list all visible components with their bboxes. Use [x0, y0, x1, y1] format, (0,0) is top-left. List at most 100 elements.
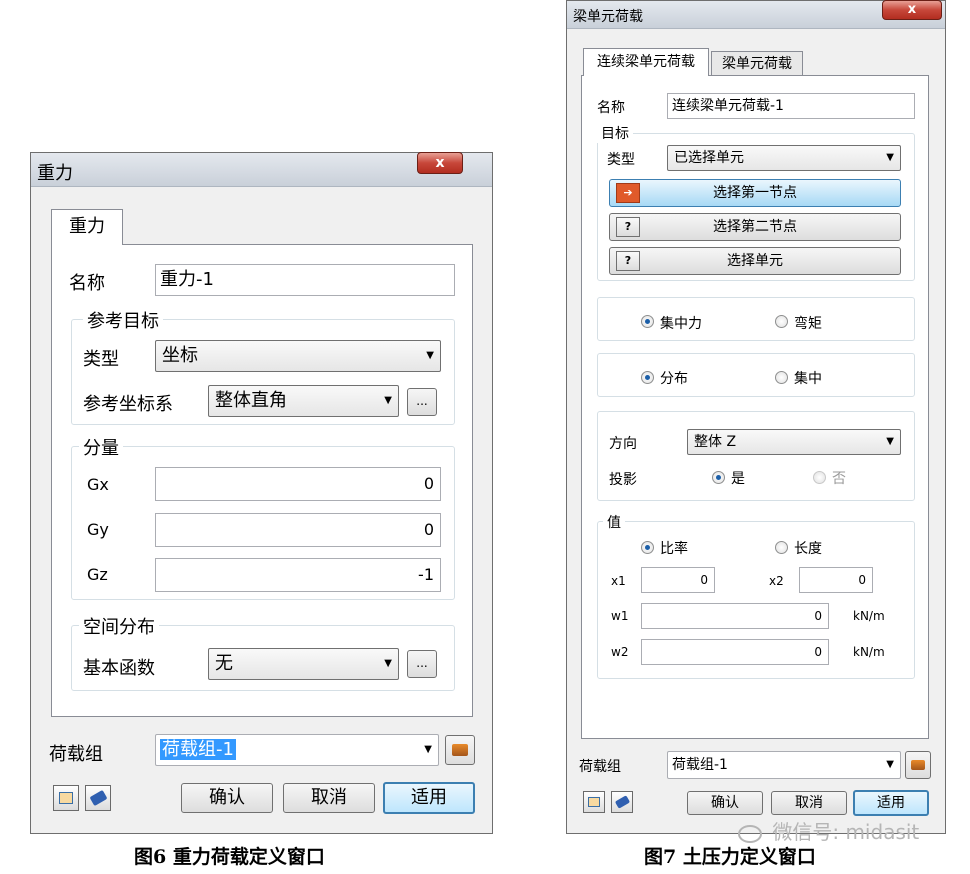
figure-7-caption: 图7 土压力定义窗口 [644, 846, 816, 868]
type-label: 类型 [83, 349, 119, 370]
ok-button-label: 确认 [711, 795, 739, 811]
apply-button[interactable]: 适用 [383, 782, 475, 814]
target-type-value: 已选择单元 [674, 150, 744, 166]
load-group-value: 荷载组-1 [672, 757, 728, 773]
load-group-label: 荷载组 [579, 759, 621, 775]
name-label: 名称 [69, 273, 105, 294]
direction-group [597, 411, 915, 501]
apply-button[interactable]: 适用 [853, 790, 929, 816]
ok-button[interactable]: 确认 [687, 791, 763, 815]
radio-length[interactable] [775, 541, 788, 554]
load-group-settings-button[interactable] [905, 751, 931, 779]
func-select-value: 无 [215, 653, 233, 674]
ok-button[interactable]: 确认 [181, 783, 273, 813]
beam-load-dialog: 梁单元荷载 x 连续梁单元荷载 梁单元荷载 名称 连续梁单元荷载-1 目标 类型… [566, 0, 946, 834]
chevron-down-icon: ▼ [384, 658, 392, 669]
figure-6-caption: 图6 重力荷载定义窗口 [134, 846, 325, 868]
chevron-down-icon: ▼ [424, 744, 432, 755]
gy-field[interactable]: 0 [155, 513, 441, 547]
close-button[interactable]: x [882, 0, 942, 20]
chevron-down-icon: ▼ [384, 395, 392, 406]
ref-target-legend: 参考目标 [83, 307, 163, 333]
chevron-down-icon: ▼ [886, 759, 894, 770]
chevron-down-icon: ▼ [886, 436, 894, 447]
close-icon: x [907, 2, 917, 17]
radio-concentrated-force[interactable] [641, 315, 654, 328]
select-second-node-button[interactable]: ? 选择第二节点 [609, 213, 901, 241]
chevron-down-icon: ▼ [426, 350, 434, 361]
close-icon: x [435, 155, 445, 171]
w2-label: w2 [611, 645, 629, 659]
name-field[interactable]: 重力-1 [155, 264, 455, 296]
type-select-value: 坐标 [162, 345, 198, 366]
distributed-label: 分布 [660, 371, 688, 387]
concentrated-label: 集中 [794, 371, 822, 387]
beam-titlebar[interactable]: 梁单元荷载 x [567, 0, 945, 29]
radio-distributed[interactable] [641, 371, 654, 384]
gx-label: Gx [87, 475, 109, 494]
select-element-button[interactable]: ? 选择单元 [609, 247, 901, 275]
projection-label: 投影 [609, 472, 637, 488]
type-select[interactable]: 坐标 ▼ [155, 340, 441, 372]
cancel-button[interactable]: 取消 [771, 791, 847, 815]
coord-ellipsis-button[interactable]: ... [407, 388, 437, 416]
beam-window-title: 梁单元荷载 [573, 9, 643, 25]
eraser-icon[interactable] [611, 791, 633, 813]
type-label: 类型 [607, 152, 635, 168]
select-second-node-label: 选择第二节点 [713, 219, 797, 235]
select-first-node-button[interactable]: ➔ 选择第一节点 [609, 179, 901, 207]
table-icon[interactable] [53, 785, 79, 811]
direction-select[interactable]: 整体 Z ▼ [687, 429, 901, 455]
radio-ratio[interactable] [641, 541, 654, 554]
coord-label: 参考坐标系 [83, 394, 173, 415]
radio-projection-no[interactable] [813, 471, 826, 484]
func-select[interactable]: 无 ▼ [208, 648, 399, 680]
target-type-select[interactable]: 已选择单元 ▼ [667, 145, 901, 171]
load-group-label: 荷载组 [49, 744, 103, 765]
cancel-button[interactable]: 取消 [283, 783, 375, 813]
gy-label: Gy [87, 520, 109, 539]
x1-label: x1 [611, 574, 626, 588]
target-legend: 目标 [597, 123, 633, 143]
chevron-down-icon: ▼ [886, 152, 894, 163]
load-group-value: 荷载组-1 [160, 739, 236, 760]
tab-beam-load[interactable]: 梁单元荷载 [711, 51, 803, 76]
gx-field[interactable]: 0 [155, 467, 441, 501]
watermark-text: 微信号: midasit [772, 820, 920, 844]
ellipsis-icon: ... [416, 656, 428, 670]
x2-field[interactable]: 0 [799, 567, 873, 593]
watermark: 微信号: midasit [738, 816, 919, 845]
stack-icon [911, 760, 925, 770]
tab-gravity[interactable]: 重力 [51, 209, 123, 245]
eraser-icon[interactable] [85, 785, 111, 811]
load-group-settings-button[interactable] [445, 735, 475, 765]
load-group-select[interactable]: 荷载组-1 ▼ [155, 734, 439, 766]
cancel-button-label: 取消 [795, 795, 823, 811]
radio-moment[interactable] [775, 315, 788, 328]
value-legend: 值 [603, 512, 625, 532]
length-label: 长度 [794, 541, 822, 557]
radio-projection-yes[interactable] [712, 471, 725, 484]
ok-button-label: 确认 [209, 787, 245, 808]
x1-field[interactable]: 0 [641, 567, 715, 593]
gz-field[interactable]: -1 [155, 558, 441, 592]
coord-system-select[interactable]: 整体直角 ▼ [208, 385, 399, 417]
tab-label: 连续梁单元荷载 [597, 54, 695, 70]
name-label: 名称 [597, 100, 625, 116]
close-button[interactable]: x [417, 152, 463, 174]
radio-concentrated[interactable] [775, 371, 788, 384]
load-group-select[interactable]: 荷载组-1 ▼ [667, 751, 901, 779]
coord-system-value: 整体直角 [215, 390, 287, 411]
w1-field[interactable]: 0 [641, 603, 829, 629]
w2-field[interactable]: 0 [641, 639, 829, 665]
func-label: 基本函数 [83, 658, 155, 679]
direction-label: 方向 [609, 436, 637, 452]
gravity-dialog: 重力 x 重力 名称 重力-1 参考目标 类型 坐标 ▼ 参考坐标系 整体直角 … [30, 152, 493, 834]
name-field[interactable]: 连续梁单元荷载-1 [667, 93, 915, 119]
tab-continuous-beam-load[interactable]: 连续梁单元荷载 [583, 48, 709, 76]
ratio-label: 比率 [660, 541, 688, 557]
gravity-titlebar[interactable]: 重力 x [31, 152, 492, 187]
table-icon[interactable] [583, 791, 605, 813]
func-ellipsis-button[interactable]: ... [407, 650, 437, 678]
w1-unit: kN/m [853, 609, 885, 623]
